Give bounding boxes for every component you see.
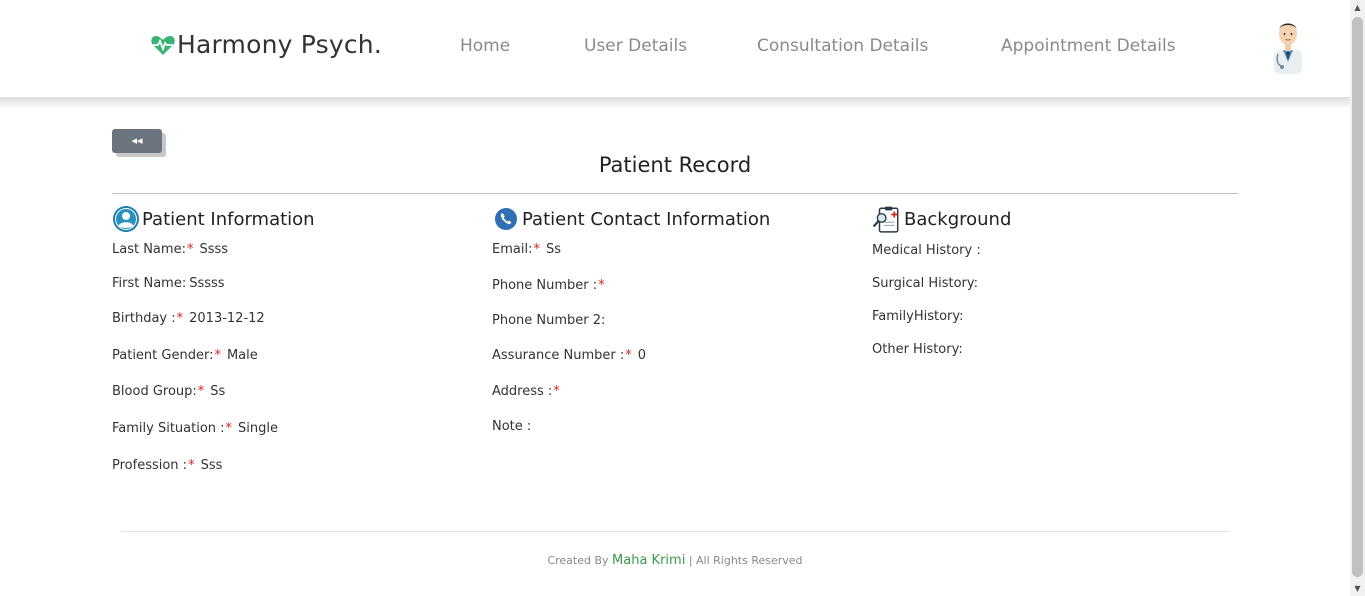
section-title: Patient Information	[142, 208, 315, 230]
background-header: Background	[872, 204, 1011, 234]
required-marker: *	[533, 242, 540, 257]
required-marker: *	[625, 348, 632, 363]
rewind-icon: ◂◂	[131, 134, 143, 147]
doctor-avatar-icon[interactable]	[1266, 16, 1310, 74]
field-value: Ssss	[199, 242, 229, 257]
footer-suffix: | All Rights Reserved	[688, 554, 803, 567]
scroll-down-arrow-icon[interactable]: ▼	[1350, 581, 1365, 596]
required-marker: *	[197, 384, 205, 399]
field-label: Profession :	[112, 458, 188, 473]
contact-information-section: Patient Contact Information	[492, 204, 770, 234]
page-title: Patient Record	[598, 153, 752, 177]
required-marker: *	[176, 311, 184, 326]
field-label: Email:	[492, 242, 533, 257]
field-label: Note :	[492, 419, 532, 434]
section-title: Background	[904, 208, 1012, 230]
top-navbar: Harmony Psych. Home User Details Consult…	[0, 0, 1350, 97]
divider	[112, 193, 1238, 194]
required-marker: *	[214, 348, 221, 363]
scroll-thumb[interactable]	[1352, 17, 1363, 577]
required-marker: *	[598, 278, 605, 293]
nav-home[interactable]: Home	[460, 36, 510, 56]
field-label: Phone Number 2:	[492, 313, 606, 328]
user-circle-icon	[113, 206, 139, 232]
field-label: Assurance Number :	[492, 348, 625, 363]
header-shadow	[0, 97, 1350, 109]
medical-clipboard-icon	[872, 206, 899, 233]
field-label: Surgical History:	[872, 276, 979, 291]
nav-user-details[interactable]: User Details	[584, 36, 687, 56]
required-marker: *	[553, 384, 560, 399]
field-label: Medical History :	[872, 243, 981, 258]
field-medical-history: Medical History :	[872, 243, 984, 258]
field-value: 0	[637, 348, 647, 363]
field-blood-group: Blood Group:* Ss	[112, 384, 225, 399]
scroll-up-arrow-icon[interactable]: ▲	[1350, 0, 1365, 15]
footer-prefix: Created By	[547, 554, 609, 567]
field-value: Ss	[210, 384, 226, 399]
phone-icon	[495, 208, 517, 230]
background-section: Background	[872, 204, 1011, 234]
contact-information-header: Patient Contact Information	[492, 204, 770, 234]
field-label: Birthday :	[112, 311, 176, 326]
field-address: Address :*	[492, 384, 566, 399]
main-nav: Home User Details Consultation Details A…	[0, 36, 1350, 60]
field-gender: Patient Gender:* Male	[112, 348, 258, 363]
footer-author-link[interactable]: Maha Krimi	[612, 553, 685, 568]
field-label: Phone Number :	[492, 278, 598, 293]
field-phone-number-2: Phone Number 2:	[492, 313, 608, 328]
field-label: Patient Gender:	[112, 348, 214, 363]
back-button[interactable]: ◂◂	[112, 129, 162, 153]
section-title: Patient Contact Information	[522, 208, 771, 230]
nav-appointment-details[interactable]: Appointment Details	[1001, 36, 1176, 56]
field-assurance-number: Assurance Number :* 0	[492, 348, 646, 363]
field-label: Family Situation :	[112, 421, 225, 436]
field-value: Sssss	[189, 276, 225, 291]
field-label: Address :	[492, 384, 553, 399]
field-value: Sss	[200, 458, 223, 473]
field-note: Note :	[492, 419, 534, 434]
field-label: FamilyHistory:	[872, 309, 964, 324]
footer-divider	[121, 531, 1229, 532]
field-value: Ss	[545, 242, 561, 257]
footer: Created By Maha Krimi | All Rights Reser…	[0, 553, 1350, 568]
field-value: Single	[238, 421, 279, 436]
field-value: 2013-12-12	[189, 311, 265, 326]
field-label: Last Name:	[112, 242, 186, 257]
patient-information-header: Patient Information	[112, 204, 315, 234]
field-profession: Profession :* Sss	[112, 458, 222, 473]
field-birthday: Birthday :* 2013-12-12	[112, 311, 265, 326]
field-label: First Name:	[112, 276, 187, 291]
field-last-name: Last Name:* Ssss	[112, 242, 228, 257]
field-phone-number: Phone Number :*	[492, 278, 611, 293]
field-label: Other History:	[872, 342, 963, 357]
field-email: Email:* Ss	[492, 242, 561, 257]
field-first-name: First Name: Sssss	[112, 276, 225, 291]
required-marker: *	[188, 458, 195, 473]
field-surgical-history: Surgical History:	[872, 276, 981, 291]
required-marker: *	[225, 421, 233, 436]
field-label: Blood Group:	[112, 384, 197, 399]
field-value: Male	[226, 348, 258, 363]
vertical-scrollbar[interactable]: ▲ ▼	[1350, 0, 1365, 596]
field-family-history: FamilyHistory:	[872, 309, 967, 324]
field-family-situation: Family Situation :* Single	[112, 421, 278, 436]
required-marker: *	[186, 242, 194, 257]
patient-information-section: Patient Information	[112, 204, 315, 234]
field-other-history: Other History:	[872, 342, 966, 357]
nav-consultation-details[interactable]: Consultation Details	[757, 36, 928, 56]
